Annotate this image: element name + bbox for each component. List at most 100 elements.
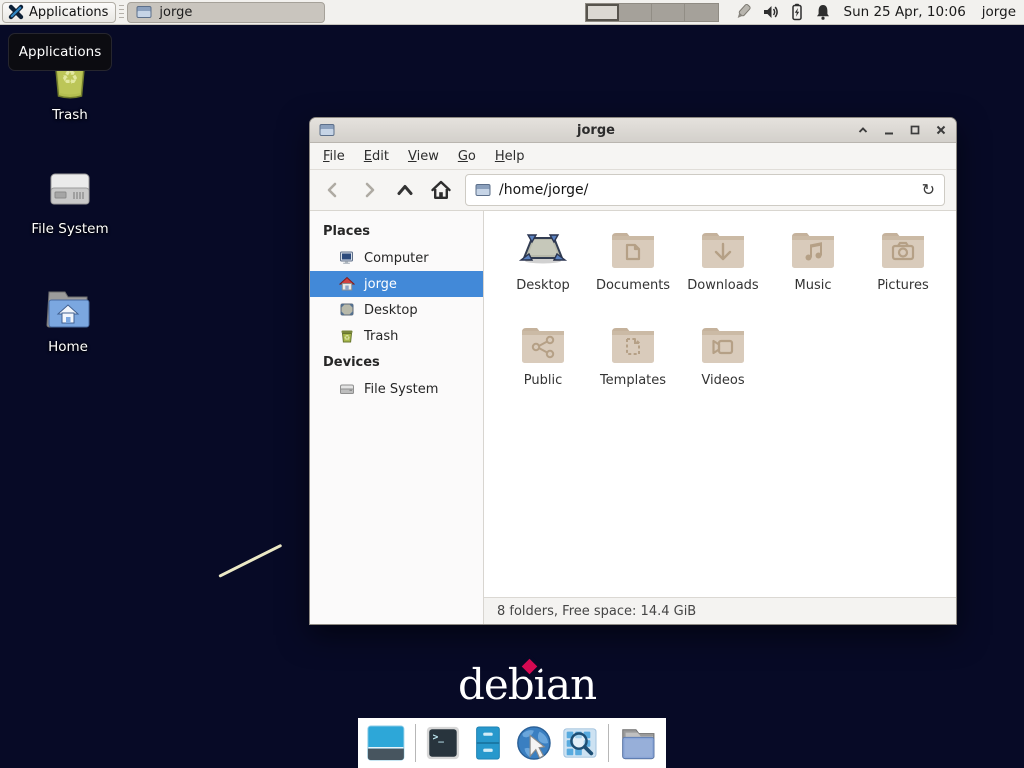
menubar: File Edit View Go Help [310,143,956,170]
applications-tooltip: Applications [8,33,112,71]
forward-button[interactable] [357,178,381,202]
sidebar-item-label: Trash [364,329,398,344]
documents-folder-icon [609,229,657,271]
home-folder-icon [41,286,95,332]
statusbar-text: 8 folders, Free space: 14.4 GiB [497,604,696,619]
file-videos[interactable]: Videos [678,318,768,413]
taskbar-window-button[interactable]: jorge [127,2,325,23]
file-label: Music [795,278,832,293]
workspace-switcher[interactable] [585,3,719,22]
shade-button[interactable] [857,124,869,136]
menu-edit[interactable]: Edit [364,149,389,164]
sidebar-header-devices: Devices [310,349,483,376]
stylus-icon[interactable] [733,2,753,22]
templates-folder-icon [609,324,657,366]
file-label: Downloads [687,278,758,293]
show-desktop-icon[interactable] [366,723,406,763]
file-grid: Desktop Documents [484,211,956,597]
sidebar-item-trash[interactable]: ♻ Trash [310,323,483,349]
applications-menu-button[interactable]: Applications [2,2,116,23]
file-downloads[interactable]: Downloads [678,223,768,318]
window-titlebar[interactable]: jorge [310,118,956,143]
home-button[interactable] [429,178,453,202]
terminal-icon[interactable]: >_ [425,724,461,762]
close-button[interactable] [935,124,947,136]
window-folder-icon [319,123,335,137]
toolbar: ↻ [310,170,956,211]
svg-text:♻: ♻ [344,334,350,342]
desktop-icon-file-system[interactable]: File System [14,168,126,237]
battery-charging-icon[interactable] [789,3,805,21]
reload-icon[interactable]: ↻ [922,182,935,198]
file-public[interactable]: Public [498,318,588,413]
sidebar-item-label: jorge [364,277,397,292]
file-label: Public [524,373,562,388]
menu-view[interactable]: View [408,149,439,164]
sidebar-item-jorge[interactable]: jorge [310,271,483,297]
web-browser-icon[interactable] [515,723,553,763]
workspace-2[interactable] [619,4,652,21]
dock-separator [608,724,609,762]
volume-icon[interactable] [762,3,780,21]
file-label: Templates [600,373,666,388]
downloads-folder-icon [699,229,747,271]
sidebar-item-label: Computer [364,251,429,266]
menu-go[interactable]: Go [458,149,476,164]
xfce-logo-icon [8,4,24,20]
location-bar[interactable]: ↻ [465,174,945,206]
svg-text:>_: >_ [432,732,444,743]
desktop-icon-label: Trash [52,107,88,123]
trash-icon: ♻ [339,328,355,344]
sidebar-item-desktop[interactable]: Desktop [310,297,483,323]
application-finder-icon[interactable] [561,723,599,763]
desktop-icon-label: File System [31,221,108,237]
music-folder-icon [789,229,837,271]
hard-drive-icon [44,168,96,214]
file-cabinet-icon[interactable] [470,724,506,762]
file-templates[interactable]: Templates [588,318,678,413]
applications-menu-label: Applications [29,5,108,20]
file-label: Documents [596,278,670,293]
panel-clock[interactable]: Sun 25 Apr, 10:06 [844,4,966,20]
sidebar-item-file-system[interactable]: File System [310,376,483,402]
workspace-1[interactable] [586,4,619,21]
pictures-folder-icon [879,229,927,271]
maximize-button[interactable] [909,124,921,136]
location-input[interactable] [499,182,914,198]
up-button[interactable] [393,178,417,202]
menu-help[interactable]: Help [495,149,525,164]
public-folder-icon [519,324,567,366]
home-icon [339,276,355,292]
sidebar-item-label: File System [364,382,438,397]
file-documents[interactable]: Documents [588,223,678,318]
debian-logo: debian [458,660,596,709]
file-manager-icon[interactable] [618,723,658,763]
drive-icon [339,381,355,397]
file-manager-window: jorge File Edit View Go Help [309,117,957,625]
file-label: Videos [701,373,744,388]
dock-separator [415,724,416,762]
sidebar-item-computer[interactable]: Computer [310,245,483,271]
minimize-button[interactable] [883,124,895,136]
file-music[interactable]: Music [768,223,858,318]
menu-file[interactable]: File [323,149,345,164]
workspace-3[interactable] [652,4,685,21]
location-folder-icon [475,183,491,197]
desktop-icon-label: Home [48,339,88,355]
computer-icon [339,250,355,266]
desktop-icon-home[interactable]: Home [12,286,124,355]
panel-handle[interactable] [119,5,124,19]
file-desktop[interactable]: Desktop [498,223,588,318]
file-label: Pictures [877,278,928,293]
back-button[interactable] [321,178,345,202]
desktop-icon [339,302,355,318]
tooltip-text: Applications [19,44,101,60]
file-label: Desktop [516,278,570,293]
workspace-4[interactable] [685,4,718,21]
file-pictures[interactable]: Pictures [858,223,948,318]
notifications-bell-icon[interactable] [814,3,832,21]
bottom-dock: >_ [358,718,666,768]
desktop-folder-icon [519,229,567,271]
sidebar-header-places: Places [310,218,483,245]
panel-username[interactable]: jorge [982,4,1016,20]
